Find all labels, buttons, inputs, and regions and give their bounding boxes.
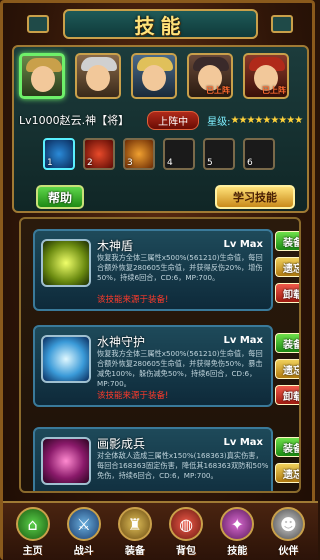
skill-slot-3[interactable]: 3	[123, 138, 155, 170]
skill-level: Lv Max	[223, 335, 263, 346]
bag-icon: ◍	[169, 507, 204, 541]
skill-card-3[interactable]: 画影成兵 Lv Max 对全体敌人造成三属性x150%(168363)真实伤害，…	[33, 427, 273, 491]
unload-button[interactable]: 卸载	[275, 385, 299, 405]
nav-home[interactable]: ⌂ 主页	[10, 505, 56, 560]
nav-label: 技能	[227, 546, 248, 557]
deploy-status-badge: 上阵中	[147, 110, 200, 130]
skill-level: Lv Max	[223, 437, 263, 448]
equip-button[interactable]: 装备	[275, 231, 299, 251]
skill-source-warning: 该技能来源于装备!	[97, 391, 169, 401]
home-icon: ⌂	[15, 507, 50, 541]
game-frame: 技能 已上阵 已上阵 Lv1000赵云.神【将】 上阵中 星级: ★★★★★★★…	[0, 0, 318, 560]
slot-number: 6	[247, 158, 253, 168]
hero-tag: 已上阵	[206, 86, 230, 95]
title-bar: 技能	[63, 9, 258, 39]
partner-icon: ☻	[271, 507, 306, 541]
hero-name: Lv1000赵云.神【将】	[19, 114, 130, 127]
hero-portrait-4[interactable]: 已上阵	[187, 53, 233, 99]
skill-source-warning: 该技能来源于装备!	[97, 295, 169, 305]
skill-description: 恢复我方全体三属性x500%(561210)生命值，每回合额外恢复280605生…	[97, 253, 263, 282]
equip-button[interactable]: 装备	[275, 333, 299, 353]
nav-equipment[interactable]: ♜ 装备	[112, 505, 158, 560]
hero-portrait-5[interactable]: 已上阵	[243, 53, 289, 99]
learn-skill-button[interactable]: 学习技能	[215, 185, 295, 209]
skill-icon: ✦	[220, 507, 255, 541]
hero-face	[31, 66, 55, 92]
skill-actions-3: 装备 遗忘	[275, 437, 299, 483]
nav-label: 战斗	[73, 546, 94, 557]
star-label: 星级:	[207, 116, 231, 128]
nav-battle[interactable]: ⚔ 战斗	[61, 505, 107, 560]
skill-actions-2: 装备 遗忘 卸载	[275, 333, 299, 405]
forget-button[interactable]: 遗忘	[275, 463, 299, 483]
star-rating: ★★★★★★★★★	[230, 114, 304, 126]
water-guard-skill-icon	[41, 335, 91, 383]
slot-number: 1	[47, 158, 53, 168]
bottom-nav: ⌂ 主页 ⚔ 战斗 ♜ 装备 ◍ 背包 ✦ 技能 ☻ 伙伴	[3, 501, 318, 560]
slot-number: 2	[87, 158, 93, 168]
left-ornament	[27, 15, 49, 33]
slot-number: 3	[127, 158, 133, 168]
skill-actions-1: 装备 遗忘 卸载	[275, 231, 299, 303]
skill-slot-6[interactable]: 6	[243, 138, 275, 170]
hero-list: 已上阵 已上阵	[19, 53, 289, 99]
unload-button[interactable]: 卸载	[275, 283, 299, 303]
skill-name: 画影成兵	[97, 437, 146, 451]
nav-skill[interactable]: ✦ 技能	[214, 505, 260, 560]
nav-label: 伙伴	[278, 546, 299, 557]
nav-bag[interactable]: ◍ 背包	[163, 505, 209, 560]
skill-level: Lv Max	[223, 239, 263, 250]
hero-portrait-1[interactable]	[19, 53, 65, 99]
hero-portrait-3[interactable]	[131, 53, 177, 99]
skill-slot-5[interactable]: 5	[203, 138, 235, 170]
skill-card-2[interactable]: 水神守护 Lv Max 恢复我方全体三属性x500%(561210)生命值，每回…	[33, 325, 273, 407]
page-title: 技能	[134, 13, 187, 38]
nav-label: 装备	[124, 546, 145, 557]
skill-name: 水神守护	[97, 335, 146, 349]
skill-list[interactable]: 木神盾 Lv Max 恢复我方全体三属性x500%(561210)生命值，每回合…	[19, 217, 301, 493]
forget-button[interactable]: 遗忘	[275, 257, 299, 277]
shadow-soldier-skill-icon	[41, 437, 91, 485]
skill-card-1[interactable]: 木神盾 Lv Max 恢复我方全体三属性x500%(561210)生命值，每回合…	[33, 229, 273, 311]
equip-button[interactable]: 装备	[275, 437, 299, 457]
slot-number: 4	[167, 158, 173, 168]
skill-slot-4[interactable]: 4	[163, 138, 195, 170]
nav-label: 背包	[176, 546, 197, 557]
wood-shield-skill-icon	[41, 239, 91, 287]
nav-partner[interactable]: ☻ 伙伴	[265, 505, 311, 560]
skill-slot-2[interactable]: 2	[83, 138, 115, 170]
skill-description: 对全体敌人造成三属性x150%(168363)真实伤害，每回合168363固定伤…	[97, 451, 269, 480]
hero-info-row: Lv1000赵云.神【将】 上阵中 星级: ★★★★★★★★★	[19, 110, 304, 130]
help-button[interactable]: 帮助	[36, 185, 84, 209]
equipment-icon: ♜	[117, 507, 152, 541]
battle-icon: ⚔	[66, 507, 101, 541]
forget-button[interactable]: 遗忘	[275, 359, 299, 379]
slot-number: 5	[207, 158, 213, 168]
hero-face	[86, 65, 110, 91]
hero-face	[142, 65, 166, 91]
nav-label: 主页	[22, 546, 43, 557]
skill-name: 木神盾	[97, 239, 134, 253]
skill-slot-bar: 1 2 3 4 5 6	[43, 138, 275, 170]
right-ornament	[271, 15, 293, 33]
hero-tag: 已上阵	[262, 86, 286, 95]
skill-description: 恢复我方全体三属性x500%(561210)生命值，每回合额外恢复280605生…	[97, 349, 263, 388]
skill-slot-1[interactable]: 1	[43, 138, 75, 170]
hero-portrait-2[interactable]	[75, 53, 121, 99]
